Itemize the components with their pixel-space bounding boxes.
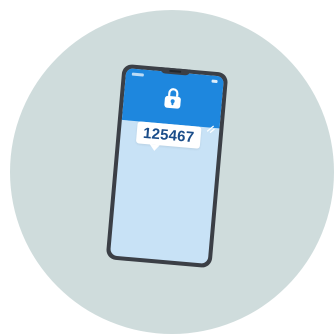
status-signal-icon: [131, 72, 144, 77]
screen-header: [121, 68, 225, 129]
phone-speaker: [169, 69, 182, 73]
status-battery-icon: [211, 79, 218, 84]
bubble-tail: [149, 144, 160, 152]
sparkle-icon: [206, 125, 215, 134]
lock-icon: [164, 88, 181, 109]
verification-code-bubble: 125467: [135, 121, 202, 149]
verification-code: 125467: [142, 124, 195, 146]
smartphone: 125467: [105, 63, 229, 269]
phone-screen: 125467: [109, 68, 225, 264]
